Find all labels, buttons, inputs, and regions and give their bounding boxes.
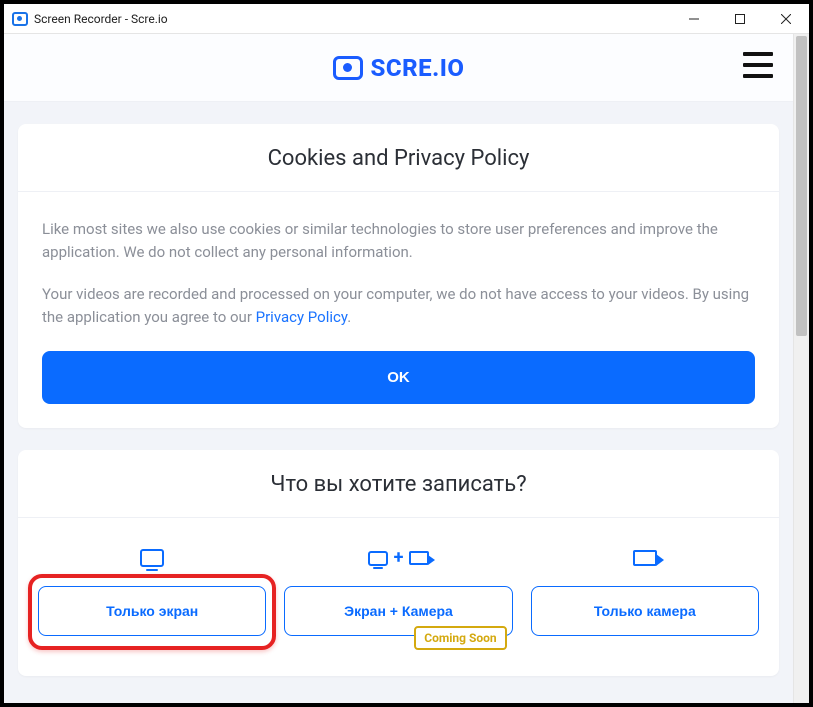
app-icon: [12, 12, 28, 26]
screen-plus-camera-icon: +: [368, 544, 430, 572]
monitor-icon: [140, 544, 164, 572]
app-header: SCRE.IO: [4, 34, 793, 102]
menu-icon[interactable]: [743, 52, 773, 78]
camera-only-button[interactable]: Только камера: [531, 586, 759, 636]
screen-only-button[interactable]: Только экран: [38, 586, 266, 636]
camera-icon: [633, 544, 657, 572]
brand-logo-text: SCRE.IO: [371, 54, 465, 82]
brand-logo-icon: [333, 56, 363, 80]
window-titlebar: Screen Recorder - Scre.io: [4, 4, 809, 34]
window-title: Screen Recorder - Scre.io: [34, 12, 168, 26]
maximize-button[interactable]: [717, 4, 763, 34]
coming-soon-badge: Coming Soon: [414, 626, 506, 650]
ok-button[interactable]: OK: [42, 351, 755, 404]
close-button[interactable]: [763, 4, 809, 34]
minimize-button[interactable]: [671, 4, 717, 34]
vertical-scrollbar[interactable]: [793, 34, 809, 703]
record-card: Что вы хотите записать? Только экран: [18, 450, 779, 676]
scrollbar-thumb[interactable]: [796, 36, 807, 336]
cookies-paragraph-1: Like most sites we also use cookies or s…: [42, 218, 755, 265]
option-camera-only: Только камера: [531, 544, 759, 636]
record-title: Что вы хотите записать?: [42, 472, 755, 497]
option-screen-only: Только экран: [38, 544, 266, 636]
brand-logo[interactable]: SCRE.IO: [333, 54, 465, 82]
option-screen-camera: + Экран + Камера Coming Soon: [284, 544, 512, 636]
privacy-policy-link[interactable]: Privacy Policy: [256, 308, 348, 326]
cookies-card: Cookies and Privacy Policy Like most sit…: [18, 124, 779, 428]
cookies-paragraph-2: Your videos are recorded and processed o…: [42, 283, 755, 330]
cookies-title: Cookies and Privacy Policy: [42, 146, 755, 171]
